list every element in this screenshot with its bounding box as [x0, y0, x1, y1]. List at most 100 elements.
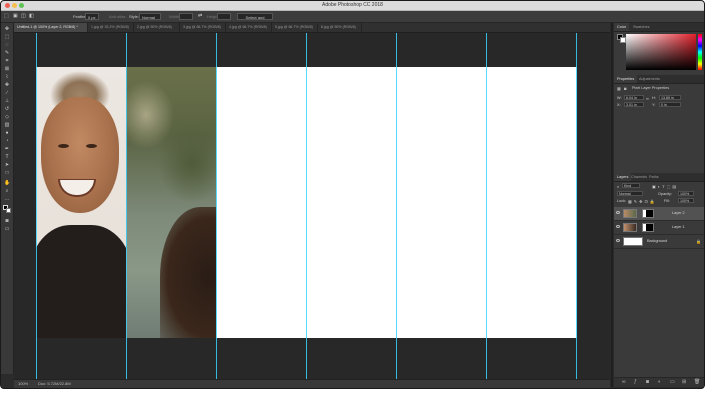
- crop-tool-icon[interactable]: ⌗: [4, 58, 10, 64]
- zoom-tool-icon[interactable]: ⌕: [4, 188, 10, 194]
- move-tool-icon[interactable]: ✥: [4, 26, 10, 32]
- tab-4-jpg[interactable]: 4.jpg @ 66.7% (RGB/8): [226, 23, 272, 32]
- link-layers-icon[interactable]: ∞: [622, 379, 626, 385]
- color-picker-field[interactable]: [626, 34, 696, 70]
- screen-mode-icon[interactable]: ▭: [4, 226, 10, 232]
- guide-line-3[interactable]: [216, 33, 217, 379]
- select-and-mask-button[interactable]: Select and Mask...: [237, 13, 273, 27]
- history-brush-tool-icon[interactable]: ↺: [4, 106, 10, 112]
- guide-line-5[interactable]: [396, 33, 397, 379]
- dodge-tool-icon[interactable]: ◔: [4, 138, 10, 144]
- blur-tool-icon[interactable]: ●: [4, 130, 10, 136]
- healing-tool-icon[interactable]: ✚: [4, 82, 10, 88]
- layer-filter-kind-select[interactable]: Kind: [622, 183, 640, 188]
- right-panels: Color Swatches Properties Adjustments ▦ …: [614, 23, 704, 387]
- link-icon[interactable]: ∞: [646, 96, 649, 101]
- layer-row-background[interactable]: Background 🔒: [614, 235, 704, 249]
- hand-tool-icon[interactable]: ✋: [4, 180, 10, 186]
- lasso-tool-icon[interactable]: ◌: [4, 42, 10, 48]
- height-input[interactable]: [217, 13, 231, 20]
- swap-icon[interactable]: ⇄: [198, 13, 202, 20]
- tab-untitled-1[interactable]: Untitled-1 @ 100% (Layer 2, RGB/8) *: [14, 23, 88, 32]
- gradient-tool-icon[interactable]: ▥: [4, 122, 10, 128]
- options-bar: ⬚ ▣ ◫ ◧ Feather: 0 px Anti-alias Style: …: [1, 11, 704, 27]
- add-mask-icon[interactable]: ◙: [646, 379, 649, 385]
- portrait-photo-layer[interactable]: [36, 67, 126, 338]
- guide-line-1[interactable]: [36, 33, 37, 379]
- width-input[interactable]: [179, 13, 193, 20]
- adjustment-layer-icon[interactable]: ◐: [658, 379, 661, 385]
- width-prop-input[interactable]: 6.04 in: [624, 95, 644, 100]
- brush-tool-icon[interactable]: ∕: [4, 90, 10, 96]
- path-select-tool-icon[interactable]: ➤: [4, 162, 10, 168]
- pen-tool-icon[interactable]: ✒: [4, 146, 10, 152]
- guide-line-4[interactable]: [306, 33, 307, 379]
- layer-filter-icons[interactable]: ▣◐T⬚▤: [652, 184, 678, 189]
- zoom-level[interactable]: 100%: [18, 381, 28, 386]
- mask-icon[interactable]: ◙: [624, 86, 626, 91]
- delete-layer-icon[interactable]: 🗑: [694, 379, 700, 385]
- subtract-selection-icon[interactable]: ◧: [29, 13, 34, 20]
- tab-swatches[interactable]: Swatches: [630, 23, 652, 31]
- tab-3-jpg[interactable]: 3.jpg @ 66.7% (RGB/8): [180, 23, 226, 32]
- feather-input[interactable]: 0 px: [85, 13, 99, 20]
- hue-slider[interactable]: [698, 34, 702, 70]
- layers-panel-footer: ∞ ƒ ◙ ◐ ▭ ⊞ 🗑: [614, 377, 704, 387]
- visibility-eye-icon[interactable]: [616, 225, 620, 228]
- lock-icon[interactable]: 🔒: [696, 239, 701, 244]
- layer-mask-thumbnail[interactable]: [642, 209, 654, 218]
- marquee-tool-icon[interactable]: ⬚: [4, 34, 10, 40]
- x-prop-input[interactable]: 3.01 in: [624, 102, 644, 107]
- y-prop-input[interactable]: 0 in: [659, 102, 681, 107]
- shirt: [36, 225, 126, 338]
- opacity-input[interactable]: 100%: [678, 191, 694, 196]
- tab-2-jpg[interactable]: 2.jpg @ 50% (RGB/8): [134, 23, 180, 32]
- new-group-icon[interactable]: ▭: [670, 379, 675, 385]
- layer-mask-thumbnail[interactable]: [642, 223, 654, 232]
- layer-name: Background: [647, 239, 668, 243]
- type-tool-icon[interactable]: T: [4, 154, 10, 160]
- tab-1-jpg[interactable]: 1.jpg @ 33.3% (RGB/8): [88, 23, 134, 32]
- quick-select-tool-icon[interactable]: ✎: [4, 50, 10, 56]
- tab-6-jpg[interactable]: 6.jpg @ 50% (RGB/8): [318, 23, 362, 32]
- rectangle-tool-icon[interactable]: □: [4, 170, 10, 176]
- anti-alias-checkbox[interactable]: Anti-alias: [109, 13, 125, 20]
- hair-photo-layer[interactable]: [126, 67, 216, 338]
- foreground-background-color-icon[interactable]: [3, 205, 11, 213]
- clone-stamp-tool-icon[interactable]: ⊥: [4, 98, 10, 104]
- layer-style-icon[interactable]: ƒ: [634, 379, 637, 385]
- eraser-tool-icon[interactable]: ◇: [4, 114, 10, 120]
- guide-line-6[interactable]: [486, 33, 487, 379]
- panel-collapse-strip[interactable]: [611, 23, 613, 387]
- width-prop-label: W:: [617, 96, 622, 100]
- tab-paths[interactable]: Paths: [646, 173, 662, 181]
- document-info[interactable]: Doc: 5.72M/22.8M: [38, 381, 71, 386]
- tab-adjustments[interactable]: Adjustments: [636, 75, 663, 83]
- canvas-area[interactable]: [14, 33, 610, 379]
- tab-properties[interactable]: Properties: [614, 75, 638, 83]
- height-prop-input[interactable]: 13.89 in: [659, 95, 681, 100]
- new-layer-icon[interactable]: ⊞: [682, 379, 686, 385]
- guide-line-2[interactable]: [126, 33, 127, 379]
- properties-panel-tabs: Properties Adjustments: [614, 75, 704, 84]
- layer-row-layer-2[interactable]: Layer 2: [614, 207, 704, 221]
- fill-input[interactable]: 100%: [678, 198, 694, 203]
- visibility-eye-icon[interactable]: [616, 239, 620, 242]
- app-title: Adobe Photoshop CC 2018: [322, 2, 383, 8]
- guide-line-7[interactable]: [576, 33, 577, 379]
- marquee-tool-icon[interactable]: ⬚: [4, 13, 9, 20]
- add-to-selection-icon[interactable]: ◫: [21, 13, 26, 20]
- lock-icons[interactable]: ▦✎✥⊡🔒: [628, 199, 657, 204]
- quick-mask-icon[interactable]: ◙: [4, 218, 10, 224]
- frame-tool-icon[interactable]: ⊠: [4, 66, 10, 72]
- x-prop-label: X:: [617, 103, 621, 107]
- tab-5-jpg[interactable]: 5.jpg @ 66.7% (RGB/8): [272, 23, 318, 32]
- eyedropper-tool-icon[interactable]: ⌇: [4, 74, 10, 80]
- blend-mode-select[interactable]: Normal: [617, 191, 643, 196]
- more-tools-icon[interactable]: …: [4, 196, 10, 202]
- visibility-eye-icon[interactable]: [616, 211, 620, 214]
- new-selection-icon[interactable]: ▣: [13, 13, 18, 20]
- layer-row-layer-1[interactable]: Layer 1: [614, 221, 704, 235]
- style-select[interactable]: Normal: [139, 13, 161, 20]
- tab-color[interactable]: Color: [614, 23, 630, 31]
